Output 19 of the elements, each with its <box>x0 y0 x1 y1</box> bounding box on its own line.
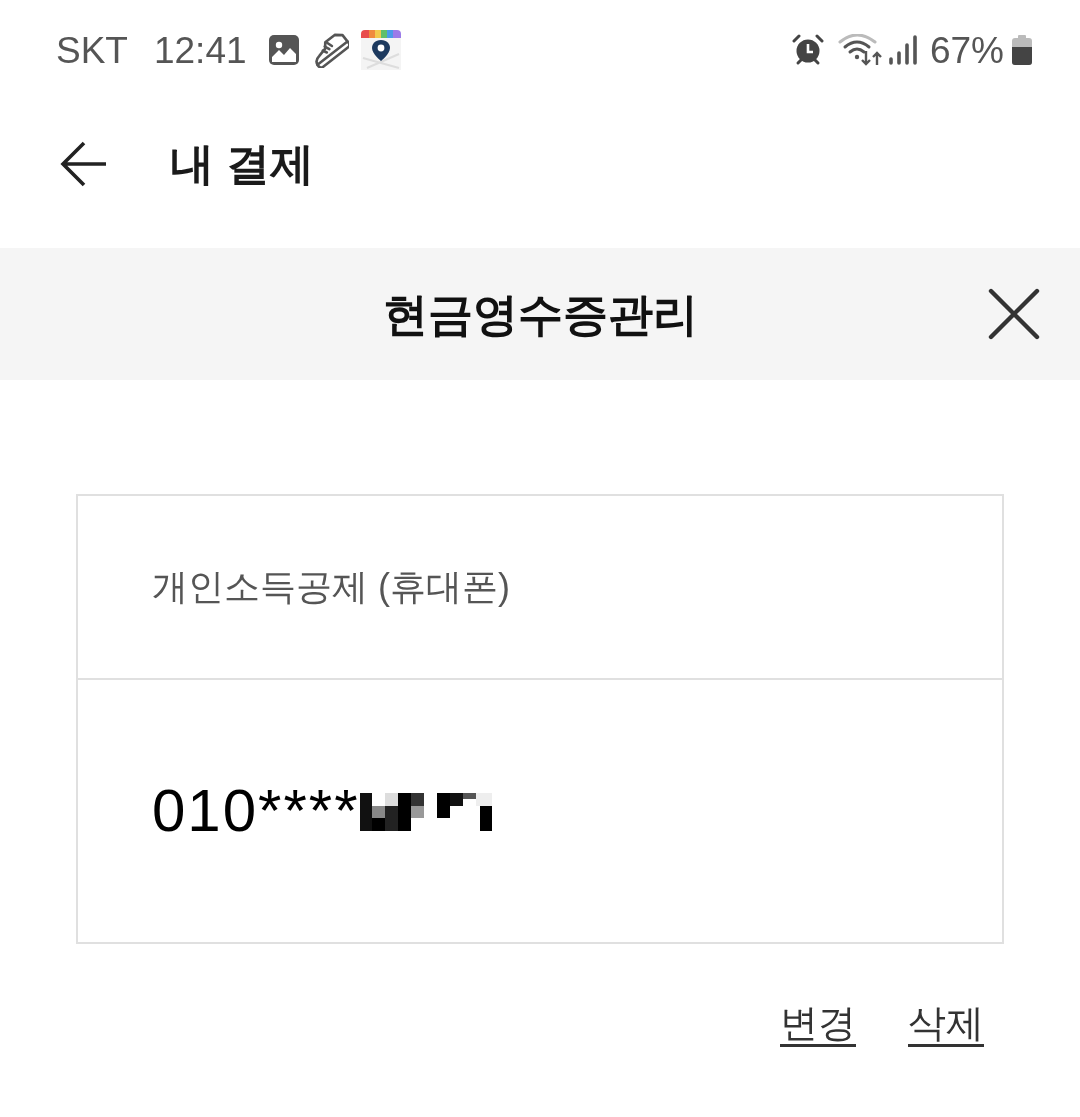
battery-icon <box>1012 35 1032 65</box>
back-button[interactable] <box>60 140 108 188</box>
back-arrow-icon <box>60 140 108 188</box>
close-icon <box>988 288 1040 340</box>
alarm-icon <box>791 34 824 66</box>
action-link[interactable]: 변경 <box>780 1000 856 1046</box>
close-button[interactable] <box>988 288 1040 340</box>
page-title: 내 결제 <box>170 142 315 186</box>
clock-time: 12:41 <box>153 31 247 69</box>
phone-number: 010**** <box>152 781 360 841</box>
map-pin-app-icon <box>360 30 401 70</box>
carrier-name: SKT <box>56 31 128 69</box>
image-icon <box>268 35 299 65</box>
signal-icon <box>887 35 918 65</box>
receipt-type-label: 개인소득공제 (휴대폰) <box>152 569 510 605</box>
wifi-icon <box>837 34 882 66</box>
dialog-title: 현금영수증관리 <box>382 291 698 337</box>
battery-percent: 67% <box>929 31 1004 69</box>
action-link[interactable]: 삭제 <box>908 1000 984 1046</box>
